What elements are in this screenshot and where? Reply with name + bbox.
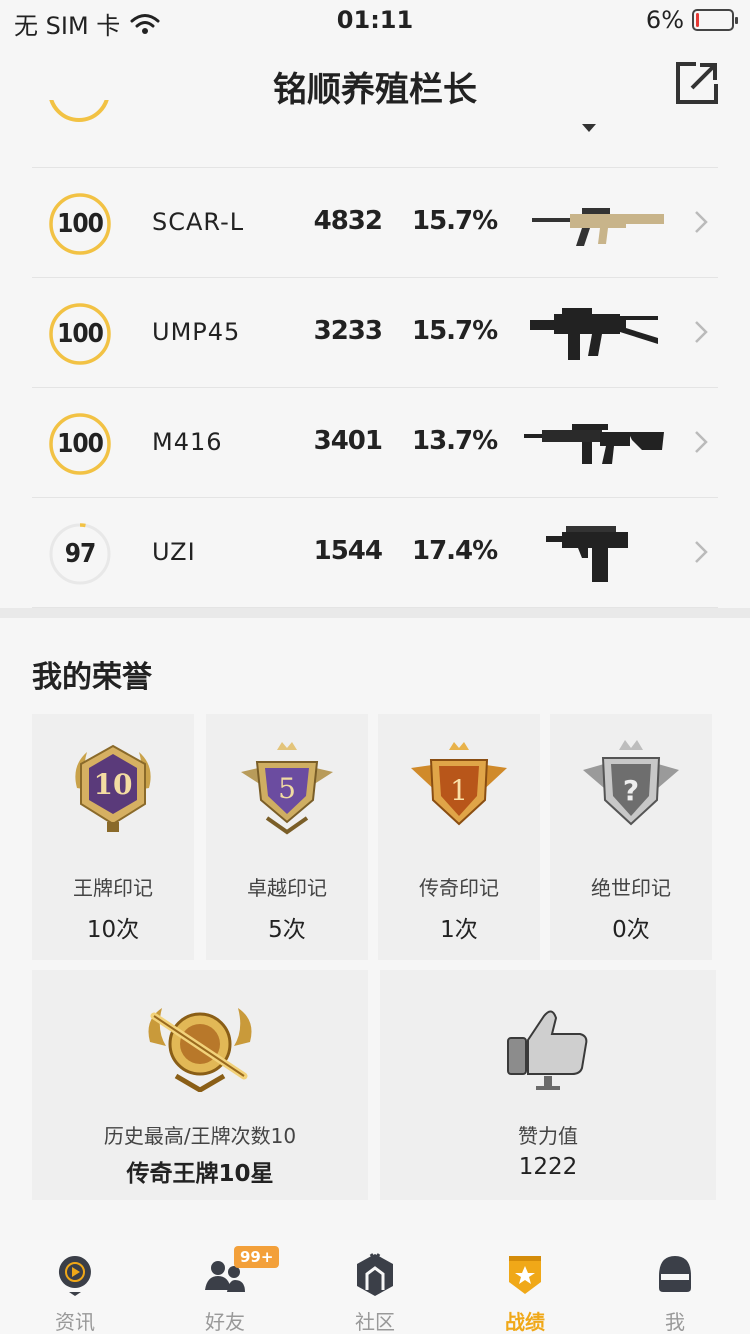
weapon-headshot-rate: 13.7%	[412, 426, 498, 456]
badge-label: 传奇印记	[419, 876, 499, 900]
status-bar: 无 SIM 卡 01:11 6%	[0, 0, 750, 42]
badge-count: 10次	[86, 917, 140, 943]
weapon-headshot-rate: 15.7%	[412, 316, 498, 346]
weapon-score: 97	[64, 539, 97, 569]
svg-text:5: 5	[278, 772, 296, 805]
badge-card-legend[interactable]: 1 传奇印记 1次	[378, 714, 540, 960]
excellence-seal-icon: 5	[241, 742, 333, 835]
score-ring	[48, 100, 110, 122]
battery-percent: 6%	[645, 6, 684, 34]
weapon-kills: 4832	[313, 206, 383, 236]
nav-label: 战绩	[505, 1310, 545, 1334]
badge-label: 卓越印记	[247, 876, 327, 900]
community-icon	[357, 1253, 393, 1296]
honor-section-title: 我的荣誉	[32, 660, 152, 695]
peerless-seal-icon: ?	[583, 740, 679, 826]
profile-icon	[659, 1256, 691, 1292]
weapon-kills: 1544	[313, 536, 383, 566]
nav-label: 社区	[355, 1310, 395, 1334]
smg-uzi-icon	[546, 526, 628, 582]
weapon-headshot-rate: 15.7%	[412, 206, 498, 236]
badge-card-ace[interactable]: 10 王牌印记 10次	[32, 714, 194, 960]
weapon-list: 100 SCAR-L 4832 15.7% 100 UMP45 3233 15.7% 100 M4…	[32, 100, 718, 608]
clock: 01:11	[336, 6, 414, 34]
likes-label: 赞力值	[518, 1124, 578, 1148]
sort-caret-icon[interactable]	[582, 124, 596, 132]
battery-icon	[692, 9, 738, 31]
weapon-kills: 3401	[313, 426, 383, 456]
weapon-headshot-rate: 17.4%	[412, 536, 498, 566]
honor-badge-grid: 10 王牌印记 10次 5 卓越印记 5次 1 传奇印记 1次 ? 绝世印记 0…	[32, 714, 718, 960]
svg-text:10: 10	[94, 768, 133, 801]
weapon-row[interactable]: 100 M416 3401 13.7%	[32, 388, 718, 498]
nav-label: 资讯	[55, 1310, 95, 1334]
weapon-row[interactable]: 97 UZI 1544 17.4%	[32, 498, 718, 608]
weapon-name: UZI	[152, 538, 196, 566]
nav-item-friends[interactable]: 99+ 好友	[150, 1240, 300, 1334]
ace-seal-icon: 10	[75, 744, 151, 832]
weapon-name: M416	[152, 428, 223, 456]
highest-rank-card[interactable]: 历史最高/王牌次数10 传奇王牌10星	[32, 970, 368, 1200]
assault-rifle-m416-icon	[524, 424, 664, 464]
battery-fill	[696, 13, 699, 27]
weapon-kills: 3233	[313, 316, 383, 346]
legend-ace-rank-icon	[148, 1008, 252, 1092]
nav-label: 好友	[205, 1310, 245, 1334]
weapon-score: 100	[57, 209, 104, 239]
chevron-right-icon	[695, 321, 708, 343]
legend-seal-icon: 1	[411, 742, 507, 826]
badge-card-peerless[interactable]: ? 绝世印记 0次	[550, 714, 712, 960]
likes-value: 1222	[518, 1154, 578, 1180]
nav-item-community[interactable]: 社区	[300, 1240, 450, 1334]
weapon-row[interactable]: 100 SCAR-L 4832 15.7%	[32, 168, 718, 278]
weapon-row-partial[interactable]	[32, 100, 718, 168]
chevron-right-icon	[695, 431, 708, 453]
weapon-name: SCAR-L	[152, 208, 245, 236]
section-divider	[0, 608, 750, 618]
bottom-nav: 资讯 99+ 好友 社区 战绩 我	[0, 1240, 750, 1334]
badge-label: 绝世印记	[591, 876, 671, 900]
nav-item-news[interactable]: 资讯	[0, 1240, 150, 1334]
svg-text:?: ?	[623, 774, 639, 807]
weapon-score: 100	[57, 319, 104, 349]
smg-ump45-icon	[530, 308, 658, 360]
weapon-name: UMP45	[152, 318, 241, 346]
thumbs-up-icon	[507, 1010, 588, 1090]
highest-rank-label: 历史最高/王牌次数10	[103, 1124, 297, 1148]
status-right: 6%	[645, 6, 738, 34]
svg-text:1: 1	[450, 774, 468, 807]
record-icon	[509, 1256, 541, 1294]
likes-card[interactable]: 赞力值 1222	[380, 970, 716, 1200]
chevron-right-icon	[695, 211, 708, 233]
badge-label: 王牌印记	[73, 876, 153, 900]
news-icon	[58, 1256, 91, 1296]
badge-card-excellence[interactable]: 5 卓越印记 5次	[206, 714, 368, 960]
badge-count: 5次	[268, 917, 306, 943]
chevron-right-icon	[695, 541, 708, 563]
nav-label: 我	[665, 1310, 685, 1334]
nav-item-record[interactable]: 战绩	[450, 1240, 600, 1334]
page: 无 SIM 卡 01:11 6% 铭顺养殖栏长 100 SCAR-L 4832 …	[0, 0, 750, 1334]
badge-count: 1次	[440, 917, 478, 943]
highest-rank-value: 传奇王牌10星	[126, 1161, 274, 1187]
weapon-score: 100	[57, 429, 104, 459]
weapon-row[interactable]: 100 UMP45 3233 15.7%	[32, 278, 718, 388]
nav-item-profile[interactable]: 我	[600, 1240, 750, 1334]
assault-rifle-scar-icon	[532, 208, 664, 246]
badge-count: 0次	[612, 917, 650, 943]
friends-notification-badge: 99+	[234, 1246, 280, 1268]
